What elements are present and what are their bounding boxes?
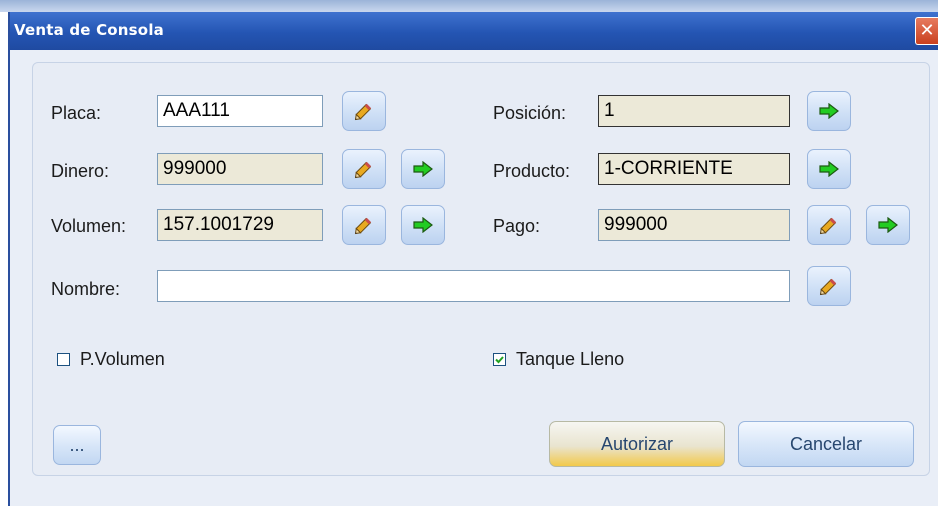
pencil-icon: [353, 214, 375, 236]
green-arrow-icon: [819, 103, 839, 119]
green-arrow-icon: [819, 161, 839, 177]
dialog-window: Venta de Consola ✕ Placa: AAA111 Posició…: [8, 12, 938, 506]
dinero-go-button[interactable]: [401, 149, 445, 189]
pago-edit-button[interactable]: [807, 205, 851, 245]
tanque-lleno-label: Tanque Lleno: [516, 349, 625, 369]
more-options-button[interactable]: ...: [53, 425, 101, 465]
cancelar-button[interactable]: Cancelar: [738, 421, 914, 467]
tanque-lleno-checkbox[interactable]: Tanque Lleno: [493, 349, 624, 370]
autorizar-button[interactable]: Autorizar: [549, 421, 725, 467]
p-volumen-label: P.Volumen: [80, 349, 165, 369]
green-arrow-icon: [878, 217, 898, 233]
volumen-label: Volumen:: [51, 216, 127, 236]
autorizar-label: Autorizar: [600, 433, 674, 454]
pencil-icon: [353, 100, 375, 122]
pencil-icon: [818, 214, 840, 236]
placa-edit-button[interactable]: [342, 91, 386, 131]
form-panel: Placa: AAA111 Posición: 1 Dinero: 999000…: [32, 62, 930, 476]
dinero-input[interactable]: 999000: [157, 153, 323, 185]
pencil-icon: [818, 275, 840, 297]
dinero-label: Dinero:: [51, 161, 110, 181]
posicion-go-button[interactable]: [807, 91, 851, 131]
pencil-icon: [353, 158, 375, 180]
cancelar-label: Cancelar: [789, 433, 863, 454]
nombre-label: Nombre:: [51, 279, 121, 299]
title-bar: Venta de Consola ✕: [10, 12, 938, 50]
green-arrow-icon: [413, 217, 433, 233]
p-volumen-checkbox[interactable]: P.Volumen: [57, 349, 165, 370]
more-options-label: ...: [69, 434, 85, 455]
pago-label: Pago:: [493, 216, 541, 236]
close-icon: ✕: [919, 20, 935, 41]
background-desktop-strip: [0, 0, 938, 12]
producto-label: Producto:: [493, 161, 571, 181]
volumen-edit-button[interactable]: [342, 205, 386, 245]
volumen-go-button[interactable]: [401, 205, 445, 245]
volumen-input[interactable]: 157.1001729: [157, 209, 323, 241]
producto-input[interactable]: 1-CORRIENTE: [598, 153, 790, 185]
pago-input[interactable]: 999000: [598, 209, 790, 241]
close-button[interactable]: ✕: [915, 17, 938, 45]
dinero-edit-button[interactable]: [342, 149, 386, 189]
producto-go-button[interactable]: [807, 149, 851, 189]
pago-go-button[interactable]: [866, 205, 910, 245]
checkmark-icon: [493, 353, 506, 366]
green-arrow-icon: [413, 161, 433, 177]
nombre-edit-button[interactable]: [807, 266, 851, 306]
posicion-label: Posición:: [493, 103, 567, 123]
window-title: Venta de Consola: [14, 21, 164, 39]
placa-label: Placa:: [51, 103, 102, 123]
nombre-input[interactable]: [157, 270, 790, 302]
checkbox-unchecked-icon: [57, 353, 70, 366]
placa-input[interactable]: AAA111: [157, 95, 323, 127]
posicion-input[interactable]: 1: [598, 95, 790, 127]
